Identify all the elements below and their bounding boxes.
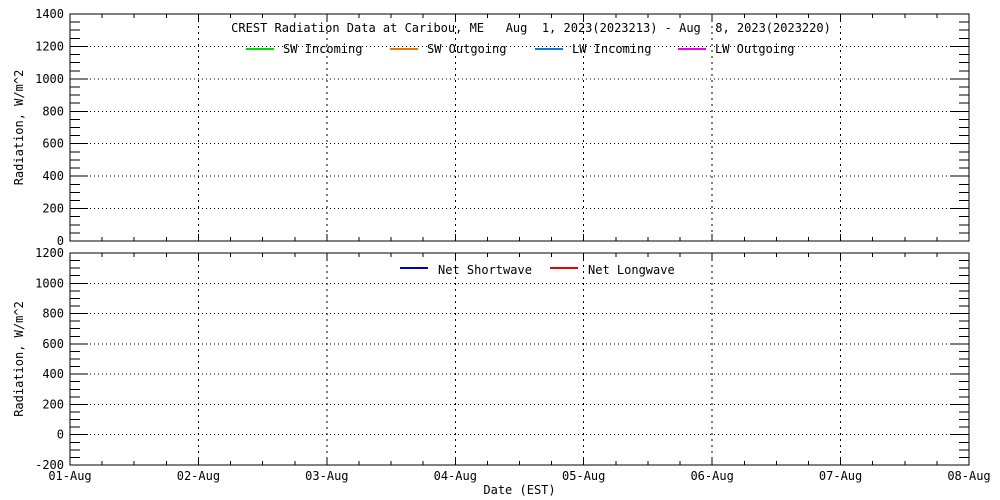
y-tick-label: 200 bbox=[42, 202, 64, 216]
x-tick-label: 06-Aug bbox=[690, 469, 733, 483]
panel-radiation-components: 0200400600800100012001400CREST Radiation… bbox=[12, 7, 969, 248]
legend-label: Net Shortwave bbox=[438, 263, 532, 277]
x-tick-label: 07-Aug bbox=[819, 469, 862, 483]
y-tick-label: 1400 bbox=[35, 7, 64, 21]
x-tick-label: 08-Aug bbox=[947, 469, 990, 483]
panel-net-radiation: -200020040060080010001200Net ShortwaveNe… bbox=[12, 246, 991, 497]
y-tick-label: 600 bbox=[42, 337, 64, 351]
y-tick-label: 200 bbox=[42, 397, 64, 411]
x-tick-label: 01-Aug bbox=[48, 469, 91, 483]
y-tick-label: 1200 bbox=[35, 246, 64, 260]
plot-frame bbox=[70, 14, 969, 241]
legend-label: Net Longwave bbox=[588, 263, 675, 277]
y-tick-label: 600 bbox=[42, 137, 64, 151]
y-tick-label: 1000 bbox=[35, 72, 64, 86]
y-axis-label: Radiation, W/m^2 bbox=[12, 70, 26, 186]
y-tick-label: 800 bbox=[42, 307, 64, 321]
x-tick-label: 04-Aug bbox=[434, 469, 477, 483]
y-axis-label: Radiation, W/m^2 bbox=[12, 301, 26, 417]
legend-label: SW Outgoing bbox=[427, 42, 506, 56]
chart-canvas: 0 200 400 600 800 1000 1200 1400 CREST Radiation… bbox=[0, 0, 1000, 500]
y-tick-label: 400 bbox=[42, 367, 64, 381]
x-tick-label: 03-Aug bbox=[305, 469, 348, 483]
y-tick-label: 1000 bbox=[35, 276, 64, 290]
y-tick-label: 0 bbox=[57, 428, 64, 442]
y-tick-label: 400 bbox=[42, 169, 64, 183]
y-tick-label: 800 bbox=[42, 104, 64, 118]
radiation-chart-figure: 0 200 400 600 800 1000 1200 1400 CREST Radiation… bbox=[0, 0, 1000, 500]
legend-label: LW Outgoing bbox=[715, 42, 794, 56]
legend-label: SW Incoming bbox=[283, 42, 362, 56]
x-axis-label: Date (EST) bbox=[483, 483, 555, 497]
x-tick-label: 05-Aug bbox=[562, 469, 605, 483]
y-tick-label: 1200 bbox=[35, 39, 64, 53]
x-tick-label: 02-Aug bbox=[177, 469, 220, 483]
chart-title: CREST Radiation Data at Caribou, ME Aug … bbox=[231, 21, 831, 35]
legend-label: LW Incoming bbox=[572, 42, 651, 56]
plot-frame bbox=[70, 253, 969, 465]
